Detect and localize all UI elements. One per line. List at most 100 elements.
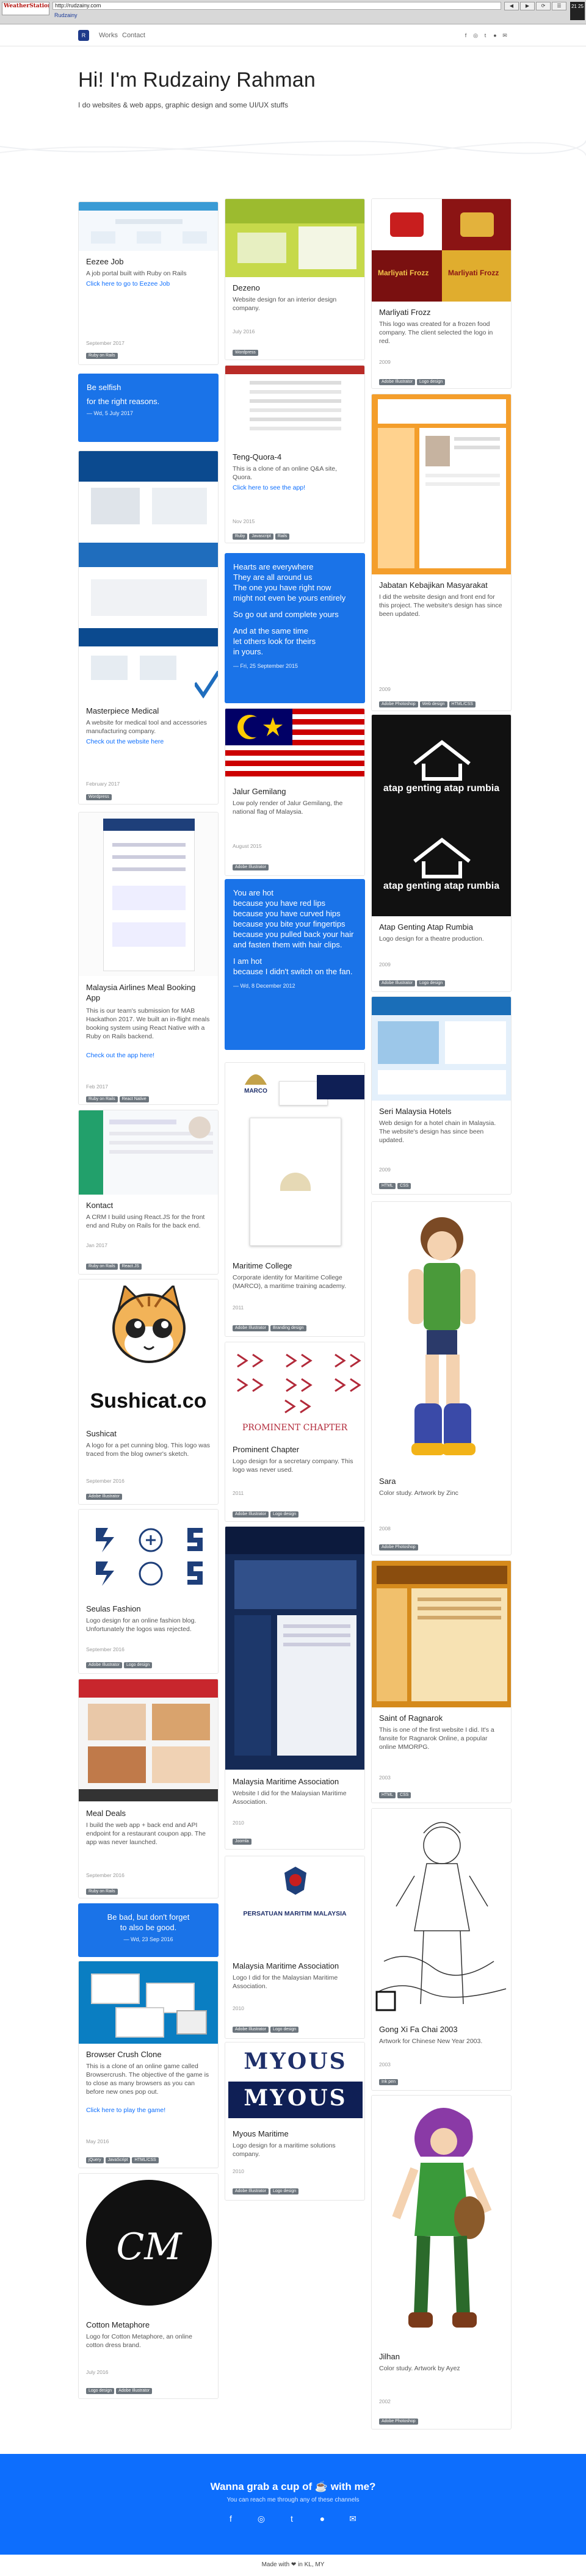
card-description: A CRM I build using React.JS for the fro… (86, 1214, 205, 1229)
card-description: This is a clone of an online Q&A site, Q… (233, 465, 338, 481)
card-description: This logo was created for a frozen food … (379, 320, 493, 345)
instagram-icon[interactable]: ◎ (256, 2514, 266, 2524)
card-jkm[interactable]: Jabatan Kebajikan Masyarakat I did the w… (371, 394, 512, 711)
card-tags: Ruby on Rails React.JS (86, 1261, 213, 1270)
card-title: Marliyati Frozz (379, 308, 431, 317)
card-link[interactable]: Click here to go to Eezee Job (86, 280, 170, 288)
card-teng-quora[interactable]: Teng-Quora-4 This is a clone of an onlin… (225, 365, 365, 543)
quote-line: to also be good. (120, 1923, 177, 1932)
ragnarok-screenshot (372, 1561, 511, 1707)
card-tags: HTML CSS (379, 1789, 506, 1798)
email-icon[interactable]: ✉ (348, 2514, 358, 2524)
tag: Adobe Illustrator (116, 2388, 153, 2394)
card-gong-xi-fa-chai[interactable]: Gong Xi Fa Chai 2003 Artwork for Chinese… (371, 1808, 512, 2091)
brand-logo[interactable]: R (78, 30, 89, 41)
tag: Logo design (416, 980, 446, 986)
card-tags: Adobe Illustrator Branding design (233, 1322, 360, 1331)
card-tags: Adobe Illustrator Logo design (233, 2024, 360, 2033)
card-date: 2008 (379, 1525, 391, 1532)
card-date: 2003 (379, 1775, 391, 1781)
card-tags: Adobe Photoshop Web design HTML/CSS (379, 698, 506, 707)
card-myous-maritime[interactable]: MYOUS MYOUS Myous Maritime Logo design f… (225, 2042, 365, 2201)
card-jalur-gemilang[interactable]: Jalur Gemilang Low poly render of Jalur … (225, 708, 365, 876)
instagram-icon[interactable]: ◎ (472, 32, 479, 38)
card-tags: Joomla (233, 1836, 360, 1845)
quote-line: You are hot (233, 888, 274, 897)
card-saint-ragnarok[interactable]: Saint of Ragnarok This is one of the fir… (371, 1560, 512, 1803)
card-tags: Wordpress (86, 791, 213, 800)
card-tags: Adobe Illustrator Logo design (233, 2185, 360, 2194)
card-description: Web design for a hotel chain in Malaysia… (379, 1120, 496, 1144)
card-description: I did the website design and front end f… (379, 593, 502, 618)
card-date: 2002 (379, 2398, 391, 2404)
card-description: This is our team's submission for MAB Ha… (86, 1007, 210, 1040)
card-link[interactable]: Click here to see the app! (233, 484, 305, 491)
tag: Ruby on Rails (86, 1889, 118, 1895)
card-meal-deals[interactable]: Meal Deals I build the web app + back en… (78, 1679, 219, 1898)
marco-logo: MARCO (231, 1069, 280, 1099)
card-sushicat[interactable]: Sushicat.co Sushicat A logo for a pet cu… (78, 1279, 219, 1505)
card-dezeno[interactable]: Dezeno Website design for an interior de… (225, 198, 365, 360)
github-icon[interactable]: ● (492, 32, 498, 38)
card-sara[interactable]: Sara Color study. Artwork by Zinc 2008 A… (371, 1201, 512, 1555)
clock: 21 25 (570, 2, 585, 20)
page-title: Hi! I'm Rudzainy Rahman (78, 68, 316, 92)
card-date: February 2017 (86, 781, 120, 787)
tag: Adobe Illustrator (379, 980, 415, 986)
marco-identity-image: MARCO (225, 1063, 364, 1255)
card-link[interactable]: Check out the website here (86, 738, 164, 745)
card-jilhan[interactable]: Jilhan Color study. Artwork by Ayez 2002… (371, 2095, 512, 2429)
address-bar[interactable]: http://rudzainy.com (52, 2, 501, 10)
card-tags: Ruby Javascript Rails (233, 530, 360, 540)
card-quote-selfish: Be selfish for the right reasons. — Wd, … (78, 374, 219, 442)
card-seri-malaysia[interactable]: Seri Malaysia Hotels Web design for a ho… (371, 996, 512, 1195)
card-atap-genting[interactable]: atap genting atap rumbia atap genting at… (371, 714, 512, 992)
card-description: This is one of the first website I did. … (379, 1726, 494, 1751)
card-browser-crush[interactable]: Browser Crush Clone This is a clone of a… (78, 1961, 219, 2168)
card-marliyati-frozz[interactable]: Marliyati Frozz Marliyati Frozz Marliyat… (371, 198, 512, 389)
card-mab-meal-booking[interactable]: Malaysia Airlines Meal Booking App This … (78, 812, 219, 1105)
facebook-icon[interactable]: f (463, 32, 469, 38)
footer-title: Wanna grab a cup of ☕ with me? (210, 2481, 376, 2492)
bookmark-link[interactable]: Rudzainy (52, 12, 501, 20)
card-prominent-chapter[interactable]: PROMINENT CHAPTER Prominent Chapter Logo… (225, 1342, 365, 1522)
quote-line: Be bad, but don't forget (107, 1912, 190, 1922)
nav-works[interactable]: Works (99, 32, 118, 39)
nav-contact[interactable]: Contact (122, 32, 145, 39)
email-icon[interactable]: ✉ (502, 32, 508, 38)
card-title: Malaysia Maritime Association (233, 1777, 339, 1786)
marliyati-wordmark-alt: Marliyati Frozz (448, 269, 499, 277)
card-link[interactable]: Click here to play the game! (86, 2107, 165, 2114)
github-icon[interactable]: ● (317, 2514, 327, 2524)
menu-button[interactable]: ☰ (552, 2, 566, 10)
back-button[interactable]: ◀ (504, 2, 519, 10)
card-kontact[interactable]: Kontact A CRM I build using React.JS for… (78, 1110, 219, 1275)
card-description: Website I did for the Malaysian Maritime… (233, 1790, 347, 1806)
card-mma-website[interactable]: Malaysia Maritime Association Website I … (225, 1526, 365, 1850)
card-date: 2010 (233, 2168, 244, 2174)
card-link[interactable]: Check out the app here! (86, 1052, 154, 1059)
atap-wordmark-top: atap genting atap rumbia (383, 783, 500, 794)
tag: Adobe Photoshop (379, 2419, 418, 2425)
card-description: Website design for an interior design co… (233, 296, 337, 312)
card-date: September 2017 (86, 340, 125, 346)
card-title: Atap Genting Atap Rumbia (379, 922, 473, 932)
card-maritime-college[interactable]: MARCO Maritime College Corporate identit… (225, 1062, 365, 1337)
tag: Ruby on Rails (86, 353, 118, 359)
card-cotton-metaphore[interactable]: CM Cotton Metaphore Logo for Cotton Meta… (78, 2173, 219, 2399)
reload-button[interactable]: ⟳ (536, 2, 551, 10)
card-eezee-job[interactable]: Eezee Job A job portal built with Ruby o… (78, 201, 219, 365)
facebook-icon[interactable]: f (226, 2514, 236, 2524)
tag: Logo design (270, 2027, 299, 2033)
card-masterpiece-medical[interactable]: Masterpiece Medical A website for medica… (78, 450, 219, 805)
twitter-icon[interactable]: t (287, 2514, 297, 2524)
twitter-icon[interactable]: t (482, 32, 488, 38)
cotton-logo-mark: CM (116, 2226, 182, 2268)
forward-button[interactable]: ▶ (520, 2, 535, 10)
prominent-wordmark: PROMINENT CHAPTER (242, 1423, 348, 1433)
card-seulas-fashion[interactable]: Seulas Fashion Logo design for an online… (78, 1509, 219, 1674)
card-quote-hot: You are hot because you have red lips be… (225, 879, 365, 1050)
card-mma-logo[interactable]: PERSATUAN MARITIM MALAYSIA Malaysia Mari… (225, 1856, 365, 2039)
card-description: Corporate identity for Maritime College … (233, 1274, 346, 1290)
page-subtitle: I do websites & web apps, graphic design… (78, 101, 288, 109)
